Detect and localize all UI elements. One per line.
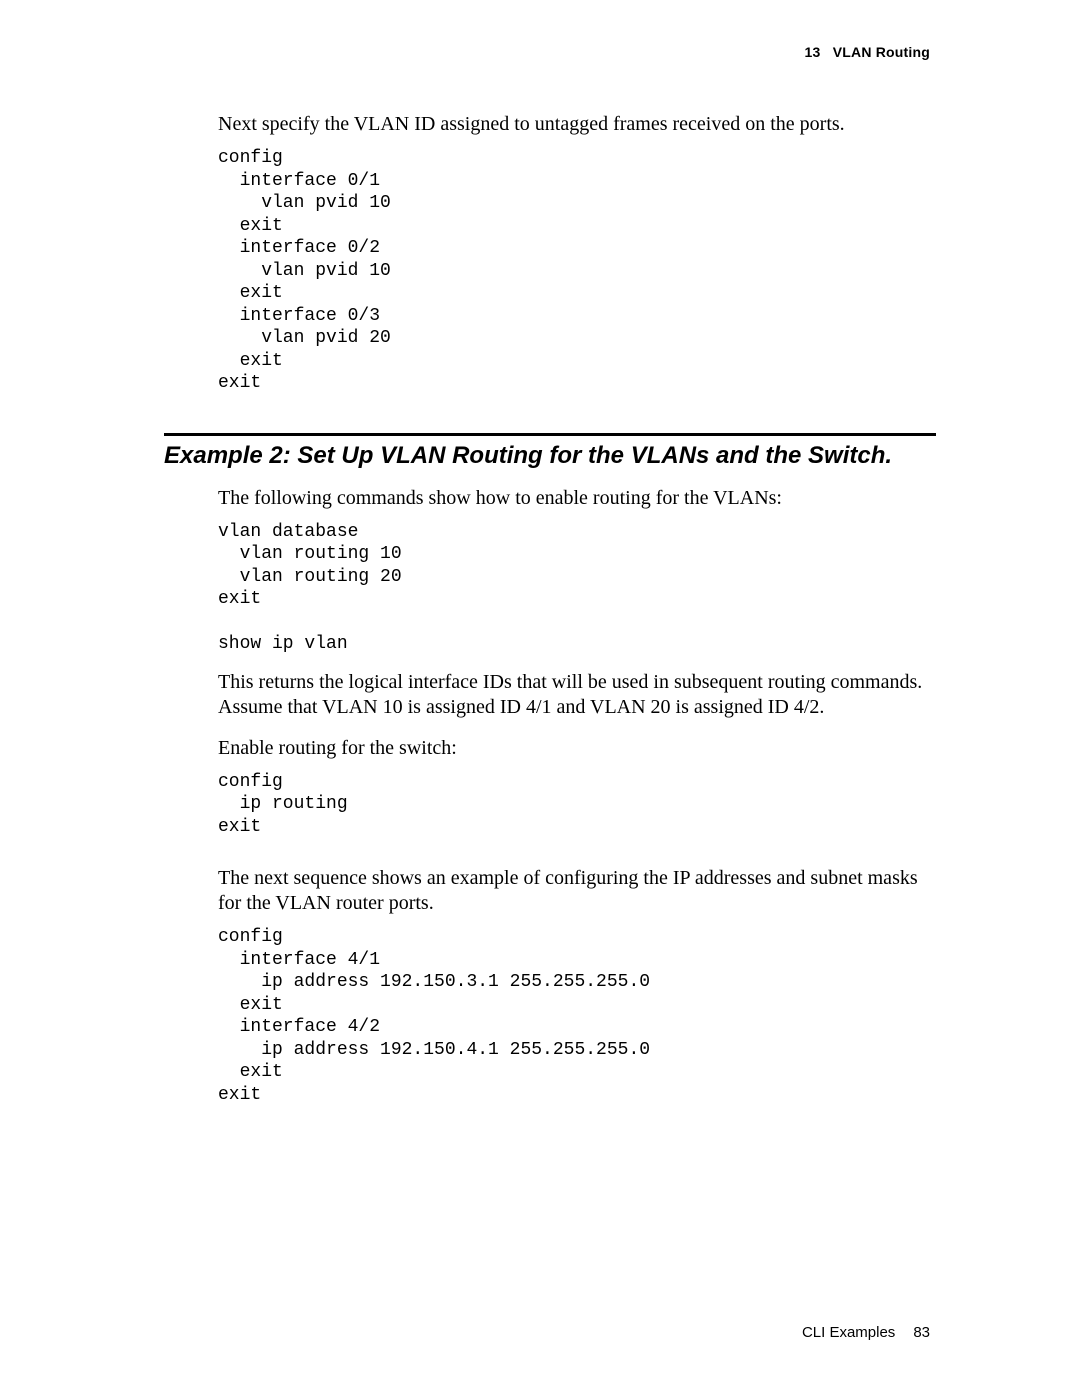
code-block-vlan-db: vlan database vlan routing 10 vlan routi… xyxy=(218,521,936,656)
section-rule xyxy=(164,433,936,436)
code-block-ip-routing: config ip routing exit xyxy=(218,771,936,839)
footer-section: CLI Examples xyxy=(802,1324,895,1341)
paragraph-enable-switch: Enable routing for the switch: xyxy=(218,736,936,761)
content-area: Next specify the VLAN ID assigned to unt… xyxy=(218,112,936,1120)
running-header: 13 VLAN Routing xyxy=(804,44,930,60)
paragraph-intro: Next specify the VLAN ID assigned to unt… xyxy=(218,112,936,137)
paragraph-ip-addresses: The next sequence shows an example of co… xyxy=(218,866,936,916)
page-footer: CLI Examples 83 xyxy=(802,1324,930,1341)
chapter-number: 13 xyxy=(804,44,820,60)
paragraph-enable-routing: The following commands show how to enabl… xyxy=(218,486,936,511)
section-heading-example2: Example 2: Set Up VLAN Routing for the V… xyxy=(164,442,936,470)
code-block-pvid: config interface 0/1 vlan pvid 10 exit i… xyxy=(218,147,936,395)
paragraph-logical-ids: This returns the logical interface IDs t… xyxy=(218,670,936,720)
page: 13 VLAN Routing Next specify the VLAN ID… xyxy=(0,0,1080,1397)
chapter-title: VLAN Routing xyxy=(833,44,930,60)
page-number: 83 xyxy=(913,1324,930,1341)
code-block-ip-address: config interface 4/1 ip address 192.150.… xyxy=(218,926,936,1106)
